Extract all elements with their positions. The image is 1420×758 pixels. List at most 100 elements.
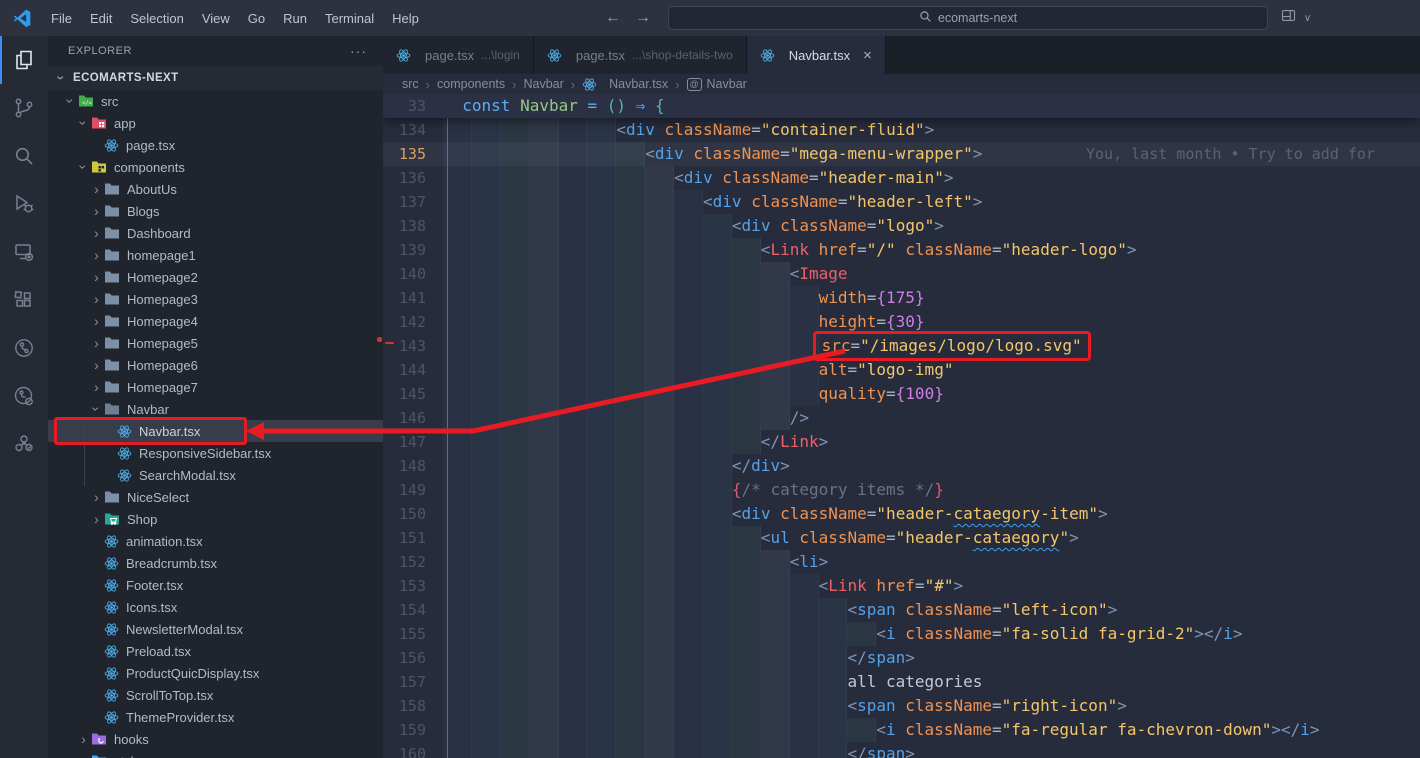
folder-homepage2[interactable]: ›Homepage2	[48, 266, 383, 288]
indent-band	[703, 286, 732, 310]
tab-navbar-tsx[interactable]: Navbar.tsx×	[747, 36, 886, 74]
indent-band	[616, 166, 645, 190]
folder-homepage4[interactable]: ›Homepage4	[48, 310, 383, 332]
file-page-tsx[interactable]: ›page.tsx	[48, 134, 383, 156]
tab-page-tsx[interactable]: page.tsx...\shop-details-two	[534, 36, 747, 74]
source-control-icon[interactable]	[0, 84, 48, 132]
extensions-icon[interactable]	[0, 276, 48, 324]
code-token: className	[896, 238, 992, 262]
command-center-search[interactable]: ecomarts-next	[668, 6, 1268, 30]
breadcrumb-item[interactable]: src	[402, 77, 419, 91]
file-newslettermodal-tsx[interactable]: ›NewsletterModal.tsx	[48, 618, 383, 640]
run-debug-icon[interactable]	[0, 180, 48, 228]
folder-dashboard[interactable]: ›Dashboard	[48, 222, 383, 244]
tree-item-label: NiceSelect	[127, 490, 189, 505]
file-responsivesidebar-tsx[interactable]: ›ResponsiveSidebar.tsx	[48, 442, 383, 464]
explorer-icon[interactable]	[0, 36, 48, 84]
indent-band	[616, 646, 645, 670]
file-searchmodal-tsx[interactable]: ›SearchModal.tsx	[48, 464, 383, 486]
file-footer-tsx[interactable]: ›Footer.tsx	[48, 574, 383, 596]
back-button[interactable]: ←	[605, 9, 621, 27]
menu-file[interactable]: File	[42, 7, 81, 30]
code-editor[interactable]: 33const Navbar = () ⇒ { 134<div classNam…	[383, 94, 1420, 758]
indent-band	[501, 166, 530, 190]
code-line-138: 138<div className="logo">	[383, 214, 1420, 238]
file-icons-tsx[interactable]: ›Icons.tsx	[48, 596, 383, 618]
menu-selection[interactable]: Selection	[121, 7, 192, 30]
folder-hooks[interactable]: ›hooks	[48, 728, 383, 750]
folder-homepage7[interactable]: ›Homepage7	[48, 376, 383, 398]
search-view-icon[interactable]	[0, 132, 48, 180]
chevron-icon: ›	[54, 71, 70, 86]
code-token: >	[1271, 718, 1281, 742]
folder-styles[interactable]: ›styles	[48, 750, 383, 758]
breadcrumb-item[interactable]: Navbar.tsx	[582, 77, 668, 92]
more-actions-icon[interactable]: ···	[350, 43, 367, 59]
code-token: span	[867, 742, 906, 758]
folder-niceselect[interactable]: ›NiceSelect	[48, 486, 383, 508]
folder-src[interactable]: ›</>src	[48, 90, 383, 112]
folder-blogs[interactable]: ›Blogs	[48, 200, 383, 222]
indent-band	[732, 550, 761, 574]
code-token: >	[1098, 502, 1108, 526]
folder-shop[interactable]: ›Shop	[48, 508, 383, 530]
breadcrumb-item[interactable]: @Navbar	[687, 77, 747, 91]
indent-band	[501, 574, 530, 598]
folder-navbar[interactable]: ›Navbar	[48, 398, 383, 420]
forward-button[interactable]: →	[635, 9, 651, 27]
menu-run[interactable]: Run	[274, 7, 316, 30]
file-navbar-tsx[interactable]: ›Navbar.tsx	[48, 420, 383, 442]
folder-homepage5[interactable]: ›Homepage5	[48, 332, 383, 354]
menu-terminal[interactable]: Terminal	[316, 7, 383, 30]
indent-band	[790, 382, 819, 406]
indent-band	[501, 238, 530, 262]
file-scrolltotop-tsx[interactable]: ›ScrollToTop.tsx	[48, 684, 383, 706]
code-line-155: 155<i className="fa-solid fa-grid-2"></i…	[383, 622, 1420, 646]
file-productquicdisplay-tsx[interactable]: ›ProductQuicDisplay.tsx	[48, 662, 383, 684]
gitlens-inspect-icon[interactable]	[0, 372, 48, 420]
remote-explorer-icon[interactable]	[0, 228, 48, 276]
folder-homepage3[interactable]: ›Homepage3	[48, 288, 383, 310]
folder-aboutus[interactable]: ›AboutUs	[48, 178, 383, 200]
indent-band	[645, 574, 674, 598]
indent-band	[674, 670, 703, 694]
line-number: 151	[383, 526, 443, 550]
gitlens-icon[interactable]	[0, 324, 48, 372]
workspace-root[interactable]: › ECOMARTS-NEXT	[48, 66, 383, 90]
menu-help[interactable]: Help	[383, 7, 428, 30]
line-number: 138	[383, 214, 443, 238]
folder-homepage1[interactable]: ›homepage1	[48, 244, 383, 266]
folder-homepage6[interactable]: ›Homepage6	[48, 354, 383, 376]
file-breadcrumb-tsx[interactable]: ›Breadcrumb.tsx	[48, 552, 383, 574]
menu-edit[interactable]: Edit	[81, 7, 121, 30]
tab-page-tsx[interactable]: page.tsx...\login	[383, 36, 534, 74]
menu-view[interactable]: View	[193, 7, 239, 30]
code-token: =	[992, 718, 1002, 742]
close-icon[interactable]: ×	[863, 47, 872, 64]
indent-band	[472, 574, 501, 598]
file-preload-tsx[interactable]: ›Preload.tsx	[48, 640, 383, 662]
indent-band	[732, 310, 761, 334]
code-token: </	[732, 454, 751, 478]
code-token: className	[655, 118, 751, 142]
folder-app[interactable]: ›app	[48, 112, 383, 134]
code-token: >	[905, 742, 915, 758]
customize-layout-button[interactable]: ∨	[1280, 7, 1315, 29]
sticky-code: const Navbar = () ⇒ {	[443, 94, 665, 118]
menu-go[interactable]: Go	[239, 7, 274, 30]
code-token: className	[713, 166, 809, 190]
code-token: className	[896, 598, 992, 622]
indent-band	[703, 454, 732, 478]
indent-band	[819, 670, 848, 694]
code-token: "fa-solid fa-grid-2"	[1002, 622, 1195, 646]
chevron-icon: ›	[89, 247, 104, 263]
breadcrumb-item[interactable]: Navbar	[523, 77, 563, 91]
file-animation-tsx[interactable]: ›animation.tsx	[48, 530, 383, 552]
todo-tree-icon[interactable]	[0, 420, 48, 468]
code-token: ⇒	[626, 96, 655, 115]
breadcrumb-item[interactable]: components	[437, 77, 505, 91]
tree-item-label: Navbar.tsx	[139, 424, 200, 439]
folder-components[interactable]: ›components	[48, 156, 383, 178]
file-themeprovider-tsx[interactable]: ›ThemeProvider.tsx	[48, 706, 383, 728]
indent-band	[732, 694, 761, 718]
